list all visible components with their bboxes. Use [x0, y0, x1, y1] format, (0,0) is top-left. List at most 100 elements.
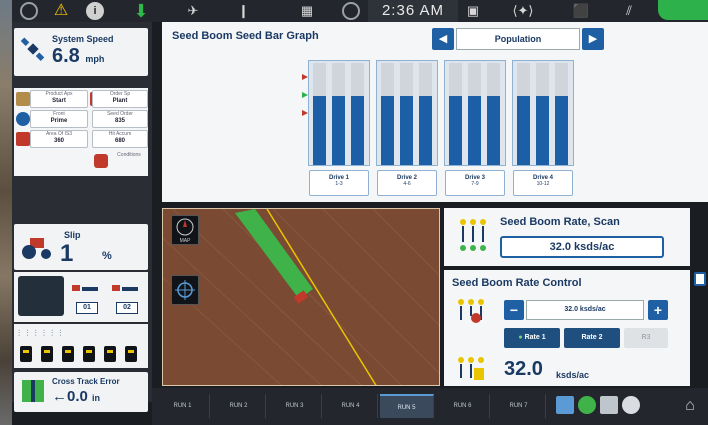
row-population-bar: [381, 63, 394, 165]
satellite-icon[interactable]: ✈: [182, 2, 204, 20]
product-icon: [16, 92, 30, 106]
rate-3-button[interactable]: R3: [624, 328, 668, 348]
grid-item[interactable]: Product Apx Start: [30, 90, 88, 108]
population-selector-label[interactable]: Population: [456, 28, 580, 50]
increase-rate-button[interactable]: +: [648, 300, 668, 320]
drive-rows: 10-12: [536, 181, 550, 187]
tractor-icon[interactable]: ⬛: [570, 2, 592, 20]
front-icon: [16, 112, 30, 126]
rate-1-button[interactable]: ● Rate 1: [504, 328, 560, 348]
drive-group[interactable]: Drive 4 10-12: [512, 60, 574, 198]
grid-item[interactable]: Area Of IS3 360: [30, 130, 88, 148]
section-toggle[interactable]: [83, 346, 95, 362]
seed-boom-rate-scan-card[interactable]: Seed Boom Rate, Scan 32.0 ksds/ac: [444, 208, 690, 266]
location-icon[interactable]: [578, 396, 596, 414]
slip-value: 1: [60, 240, 74, 267]
drive-label: Drive 3 7-9: [445, 170, 505, 196]
cross-track-error-card[interactable]: Cross Track Error ←0.0 in: [14, 372, 148, 412]
grid-item[interactable]: Conditions: [110, 152, 148, 170]
section-toggle[interactable]: [20, 346, 32, 362]
drive-group[interactable]: Drive 1 1-3: [308, 60, 370, 198]
row-population-fill: [351, 95, 364, 165]
drive-group[interactable]: Drive 2 4-6: [376, 60, 438, 198]
actual-rate-unit: ksds/ac: [556, 370, 590, 380]
satellite-icon: [20, 37, 45, 61]
chevron-left-icon[interactable]: ◀: [432, 28, 454, 50]
section-toggle[interactable]: [125, 346, 137, 362]
target-rate-field[interactable]: 32.0 ksds/ac: [526, 300, 644, 320]
row-population-fill: [487, 95, 500, 165]
drive-rows: 1-3: [335, 181, 343, 187]
check-icon: ●: [518, 334, 523, 341]
connector-icon[interactable]: ⟨✦⟩: [512, 2, 534, 20]
slip-card[interactable]: Slip 1 %: [14, 224, 148, 270]
coverage-path: [235, 209, 313, 299]
row-population-bar: [449, 63, 462, 165]
grid-item[interactable]: Hit Accum 680: [92, 130, 148, 148]
row-population-fill: [517, 95, 530, 165]
grid-item[interactable]: Order Sp Plant: [92, 90, 148, 108]
status-circle-icon[interactable]: [20, 2, 38, 20]
chevron-right-icon[interactable]: ▶: [582, 28, 604, 50]
drive-rows: 7-9: [471, 181, 479, 187]
pause-icon[interactable]: ❙: [238, 2, 249, 20]
slip-unit: %: [102, 250, 112, 262]
bottom-run-bar: RUN 1 RUN 2 RUN 3 RUN 4 RUN 5 RUN 6 RUN 7 ⌂: [152, 388, 708, 425]
slip-label: Slip: [64, 230, 81, 240]
drive-group[interactable]: Drive 3 7-9: [444, 60, 506, 198]
sprayer-icon[interactable]: ⫽: [618, 2, 640, 20]
drive-bars: [444, 60, 506, 166]
section-toggle[interactable]: [62, 346, 74, 362]
rate-scan-title: Seed Boom Rate, Scan: [500, 216, 620, 228]
info-icon[interactable]: i: [86, 2, 104, 20]
system-speed-card[interactable]: System Speed 6.8 mph: [14, 28, 148, 76]
drive-rows: 4-6: [403, 181, 411, 187]
rate-2-button[interactable]: Rate 2: [564, 328, 620, 348]
window-icon[interactable]: ▣: [464, 2, 482, 20]
drive-label: Drive 2 4-6: [377, 170, 437, 196]
row-population-bar: [400, 63, 413, 165]
actual-rate-value: 32.0: [504, 358, 543, 380]
run-tab[interactable]: RUN 1: [156, 394, 210, 418]
compass-icon: MAP: [176, 218, 194, 244]
run-tab[interactable]: RUN 7: [492, 394, 546, 418]
run-tab[interactable]: RUN 5: [380, 394, 434, 418]
device-number[interactable]: 01: [76, 302, 98, 314]
row-population-bar: [313, 63, 326, 165]
row-population-bar: [536, 63, 549, 165]
home-icon[interactable]: ⌂: [680, 396, 700, 416]
run-tab[interactable]: RUN 4: [324, 394, 378, 418]
settings-icon[interactable]: [600, 396, 618, 414]
grid-item[interactable]: Front Prime: [30, 110, 88, 128]
seed-boom-rate-control-card: Seed Boom Rate Control − 32.0 ksds/ac + …: [444, 270, 690, 386]
visibility-icon[interactable]: [622, 396, 640, 414]
seed-boom-icon: [460, 219, 486, 251]
area-icon: [16, 132, 30, 146]
drive-bars: [512, 60, 574, 166]
warning-icon[interactable]: ⚠: [52, 2, 70, 20]
grid-item[interactable]: Seed Order 835: [92, 110, 148, 128]
implement-icon[interactable]: [18, 276, 64, 316]
run-tab[interactable]: RUN 2: [212, 394, 266, 418]
document-icon[interactable]: [694, 272, 706, 286]
graph-title: Seed Boom Seed Bar Graph: [172, 30, 319, 42]
row-population-fill: [381, 95, 394, 165]
device-number[interactable]: 02: [116, 302, 138, 314]
power-icon[interactable]: [342, 2, 360, 20]
field-map[interactable]: MAP: [162, 208, 440, 386]
run-tab[interactable]: RUN 6: [436, 394, 490, 418]
decrease-rate-button[interactable]: −: [504, 300, 524, 320]
layers-icon[interactable]: [556, 396, 574, 414]
row-population-fill: [555, 95, 568, 165]
left-status-column: System Speed 6.8 mph Product Apx Start O…: [12, 22, 152, 412]
section-toggle[interactable]: [41, 346, 53, 362]
center-vehicle-button[interactable]: [171, 275, 199, 305]
rate-scan-value[interactable]: 32.0 ksds/ac: [500, 236, 664, 258]
download-arrow-icon[interactable]: ⬇: [132, 2, 150, 20]
compass-button[interactable]: MAP: [171, 215, 199, 245]
section-toggle[interactable]: [104, 346, 116, 362]
auto-steer-icon[interactable]: [658, 0, 708, 20]
run-tab[interactable]: RUN 3: [268, 394, 322, 418]
grid-icon[interactable]: ▦: [298, 2, 316, 20]
row-population-fill: [400, 95, 413, 165]
